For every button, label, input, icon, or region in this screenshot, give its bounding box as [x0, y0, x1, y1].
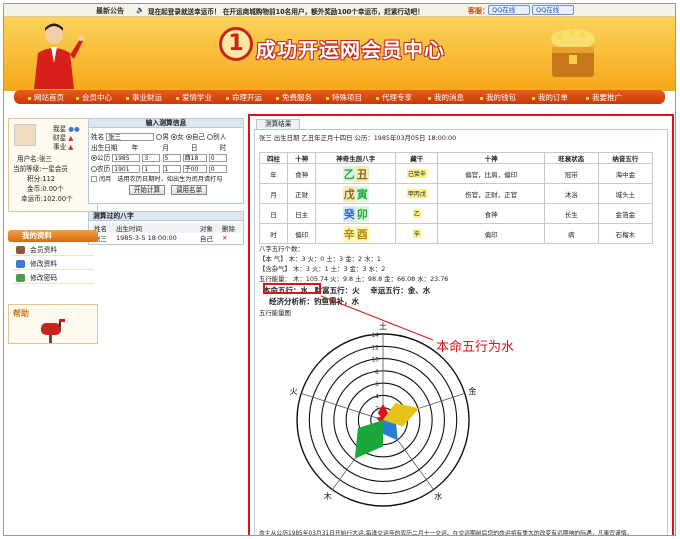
edit-icon	[16, 260, 25, 268]
nav-item-11[interactable]: 我要推广	[586, 92, 622, 103]
treasure-chest-icon	[551, 29, 595, 77]
radar-axis-label: 木	[324, 491, 332, 501]
radar-tick-label: 4	[375, 393, 379, 400]
radar-tick-label: 12	[371, 344, 379, 351]
top-notice-bar: 最新公告 🔈 现在起登录就送幸运币！ 在开运商城购物前10名用户，额外奖励100…	[4, 4, 675, 17]
dayun-footer: 命主从公历1985年03月31日开始行大运,每逢交运年的农历二月十一交运。在交运…	[259, 531, 633, 536]
name-row: 姓名 张三 男 女 自己 别人	[91, 133, 227, 141]
radar-axis-label: 土	[379, 321, 387, 331]
name-field[interactable]: 张三	[106, 133, 155, 141]
radar-axis-label: 水	[434, 491, 442, 501]
mailbox-icon	[41, 319, 65, 343]
nav-item-0[interactable]: 网站首页	[28, 92, 64, 103]
nav-item-9[interactable]: 我的钱包	[480, 92, 516, 103]
speaker-icon: 🔈	[136, 6, 145, 14]
month-select[interactable]: 3	[142, 154, 161, 162]
user-info-box: 我星 ●● 财星 ▲ 事业 ▲ 用户名:张三 当前等级:一星会员 积分:112 …	[8, 118, 98, 212]
result-box: 张三 出生日期 乙丑年正月十四日 公历：1985年03月05日 18:00:00…	[254, 129, 668, 536]
nongli-row: 农历 1901 1 1 子00 0	[91, 163, 227, 173]
wuxing-radar-chart: 2 4 6 8 10 12 14土金水 木 火	[290, 321, 476, 507]
menu-member-info[interactable]: 会员资料	[12, 244, 94, 256]
nav-item-2[interactable]: 事业财运	[126, 92, 162, 103]
menu-edit-info[interactable]: 修改资料	[12, 258, 94, 270]
radar-spoke	[301, 393, 384, 421]
main-nav: 网站首页 会员中心 事业财运 爱情学业 命理开运 免费服务 特殊项目 代理专享 我的消息 我的钱包…	[14, 90, 665, 104]
nav-item-7[interactable]: 代理专享	[376, 92, 412, 103]
hour-select[interactable]: 酉18	[182, 154, 207, 162]
user-points: 积分:112	[27, 175, 55, 183]
logo-emblem[interactable]: 1	[219, 27, 253, 61]
minute-select[interactable]: 0	[208, 154, 227, 162]
table-row[interactable]: 张三 1985-3-5 18:00:00 自己 ✕	[92, 233, 242, 243]
date-header-row: 出生日期 年 月 日 时 分	[91, 144, 255, 152]
help-label: 帮助	[13, 309, 29, 318]
history-table: 姓名 出生时间 对象 删除 张三 1985-3-5 18:00:00 自己 ✕	[92, 223, 242, 243]
delete-icon[interactable]: ✕	[220, 233, 242, 243]
avatar	[14, 124, 36, 146]
history-col-delete: 删除	[221, 225, 235, 233]
nav-item-6[interactable]: 特殊项目	[326, 92, 362, 103]
radar-tick-label: 10	[371, 357, 379, 364]
nav-item-4[interactable]: 命理开运	[226, 92, 262, 103]
nav-item-1[interactable]: 会员中心	[76, 92, 112, 103]
leap-row: 闰月 选用农历日期时，如出生为闰月请打勾	[91, 174, 223, 183]
service-label: 客服：	[468, 7, 489, 15]
user-lucky-coins: 幸运币:102.00个	[21, 195, 73, 203]
notice-label: 最新公告	[96, 7, 124, 15]
radar-tick-label: 8	[375, 369, 379, 376]
site-header: 1 成功开运网会员中心	[4, 17, 675, 91]
leap-checkbox[interactable]	[91, 176, 97, 182]
start-calc-button[interactable]: 开始计算	[129, 185, 165, 195]
input-form-box: 输入测算信息 姓名 张三 男 女 自己 别人 出生日期 年 月 日 时 分 公历…	[88, 118, 255, 204]
lunar-day-select[interactable]: 1	[162, 165, 181, 173]
lunar-year-select[interactable]: 1901	[112, 165, 141, 173]
user-gold: 金币:0.00个	[27, 185, 64, 193]
username: 用户名:张三	[17, 155, 53, 163]
user-level: 当前等级:一星会员	[13, 165, 68, 173]
sidebar: 我星 ●● 财星 ▲ 事业 ▲ 用户名:张三 当前等级:一星会员 积分:112 …	[4, 104, 255, 535]
nav-item-5[interactable]: 免费服务	[276, 92, 312, 103]
lunar-hour-select[interactable]: 子00	[182, 165, 207, 173]
member-menu-title: 我的资料	[8, 230, 98, 242]
gongli-row: 公历 1985 3 5 酉18 0	[91, 152, 227, 162]
history-col-target: 对象	[199, 225, 213, 233]
nav-item-3[interactable]: 爱情学业	[176, 92, 212, 103]
day-select[interactable]: 5	[162, 154, 181, 162]
result-panel: 测算结果 张三 出生日期 乙丑年正月十四日 公历：1985年03月05日 18:…	[248, 114, 674, 536]
radar-tick-label: 2	[375, 406, 379, 413]
menu-change-password[interactable]: 修改密码	[12, 272, 94, 284]
app-frame: 最新公告 🔈 现在起登录就送幸运币！ 在开运商城购物前10名用户，额外奖励100…	[3, 3, 676, 536]
user-icon	[16, 246, 25, 254]
tab-result[interactable]: 测算结果	[256, 119, 301, 129]
lunar-minute-select[interactable]: 0	[208, 165, 227, 173]
key-icon	[16, 274, 25, 282]
nav-item-8[interactable]: 我的消息	[428, 92, 464, 103]
radar-axis-label: 火	[290, 387, 298, 396]
history-box: 测算过的八字 姓名 出生时间 对象 删除 张三 1985-3-5 18:00:0…	[88, 211, 244, 245]
history-col-time: 出生时间	[116, 225, 143, 233]
qq-online-button-1[interactable]: QQ在线	[488, 5, 530, 15]
mascot-person-icon	[34, 23, 84, 89]
star-row-3: 事业 ▲	[53, 143, 74, 151]
load-names-button[interactable]: 调用名单	[171, 185, 207, 195]
name-label: 姓名	[91, 133, 105, 141]
history-title: 测算过的八字	[89, 212, 243, 221]
lunar-month-select[interactable]: 1	[142, 165, 161, 173]
radar-tick-label: 14	[371, 332, 379, 339]
qq-online-button-2[interactable]: QQ在线	[532, 5, 574, 15]
nav-item-10[interactable]: 我的订单	[532, 92, 568, 103]
input-form-title: 输入测算信息	[89, 119, 243, 128]
radar-tick-label: 6	[375, 381, 379, 388]
help-box[interactable]: 帮助	[8, 304, 98, 344]
site-title: 成功开运网会员中心	[256, 38, 445, 62]
notice-text[interactable]: 现在起登录就送幸运币！ 在开运商城购物前10名用户，额外奖励100个幸运币，赶紧…	[148, 6, 424, 16]
year-select[interactable]: 1985	[112, 154, 141, 162]
radar-axis-label: 金	[468, 386, 476, 396]
